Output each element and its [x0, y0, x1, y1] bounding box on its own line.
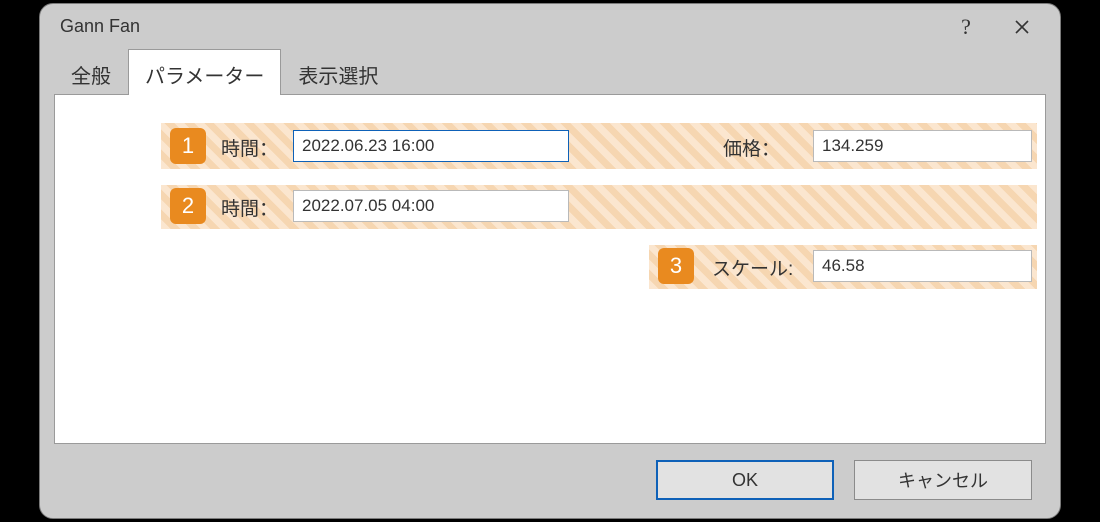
tab-parameters[interactable]: パラメーター: [128, 49, 281, 95]
tab-pane-parameters: 1 2 3 時間： 時間： 価格： スケール: 2022.06.23 16:00…: [54, 94, 1046, 444]
client-area: 全般 パラメーター 表示選択 1 2 3 時間： 時間： 価格： スケール: 2…: [40, 49, 1060, 444]
time-1-field[interactable]: 2022.06.23 16:00: [293, 130, 569, 162]
help-button[interactable]: ?: [938, 7, 994, 47]
scale-field[interactable]: 46.58: [813, 250, 1032, 282]
dialog-title: Gann Fan: [60, 16, 938, 37]
tab-display[interactable]: 表示選択: [281, 49, 395, 95]
time-2-field[interactable]: 2022.07.05 04:00: [293, 190, 569, 222]
ok-button[interactable]: OK: [656, 460, 834, 500]
cancel-button[interactable]: キャンセル: [854, 460, 1032, 500]
label-scale: スケール:: [712, 254, 793, 281]
tabstrip: 全般 パラメーター 表示選択: [54, 49, 1046, 95]
dialog-window: Gann Fan ? 全般 パラメーター 表示選択 1 2 3 時間： 時間：: [39, 3, 1061, 519]
annotation-badge-2: 2: [170, 188, 206, 224]
titlebar: Gann Fan ?: [40, 4, 1060, 49]
label-time-2: 時間：: [221, 194, 278, 221]
label-price: 価格：: [723, 134, 780, 161]
price-field[interactable]: 134.259: [813, 130, 1032, 162]
annotation-badge-3: 3: [658, 248, 694, 284]
tab-general[interactable]: 全般: [54, 49, 128, 95]
annotation-badge-1: 1: [170, 128, 206, 164]
label-time-1: 時間：: [221, 134, 278, 161]
close-button[interactable]: [994, 7, 1050, 47]
close-icon: [1015, 20, 1029, 34]
dialog-buttons: OK キャンセル: [656, 460, 1032, 500]
